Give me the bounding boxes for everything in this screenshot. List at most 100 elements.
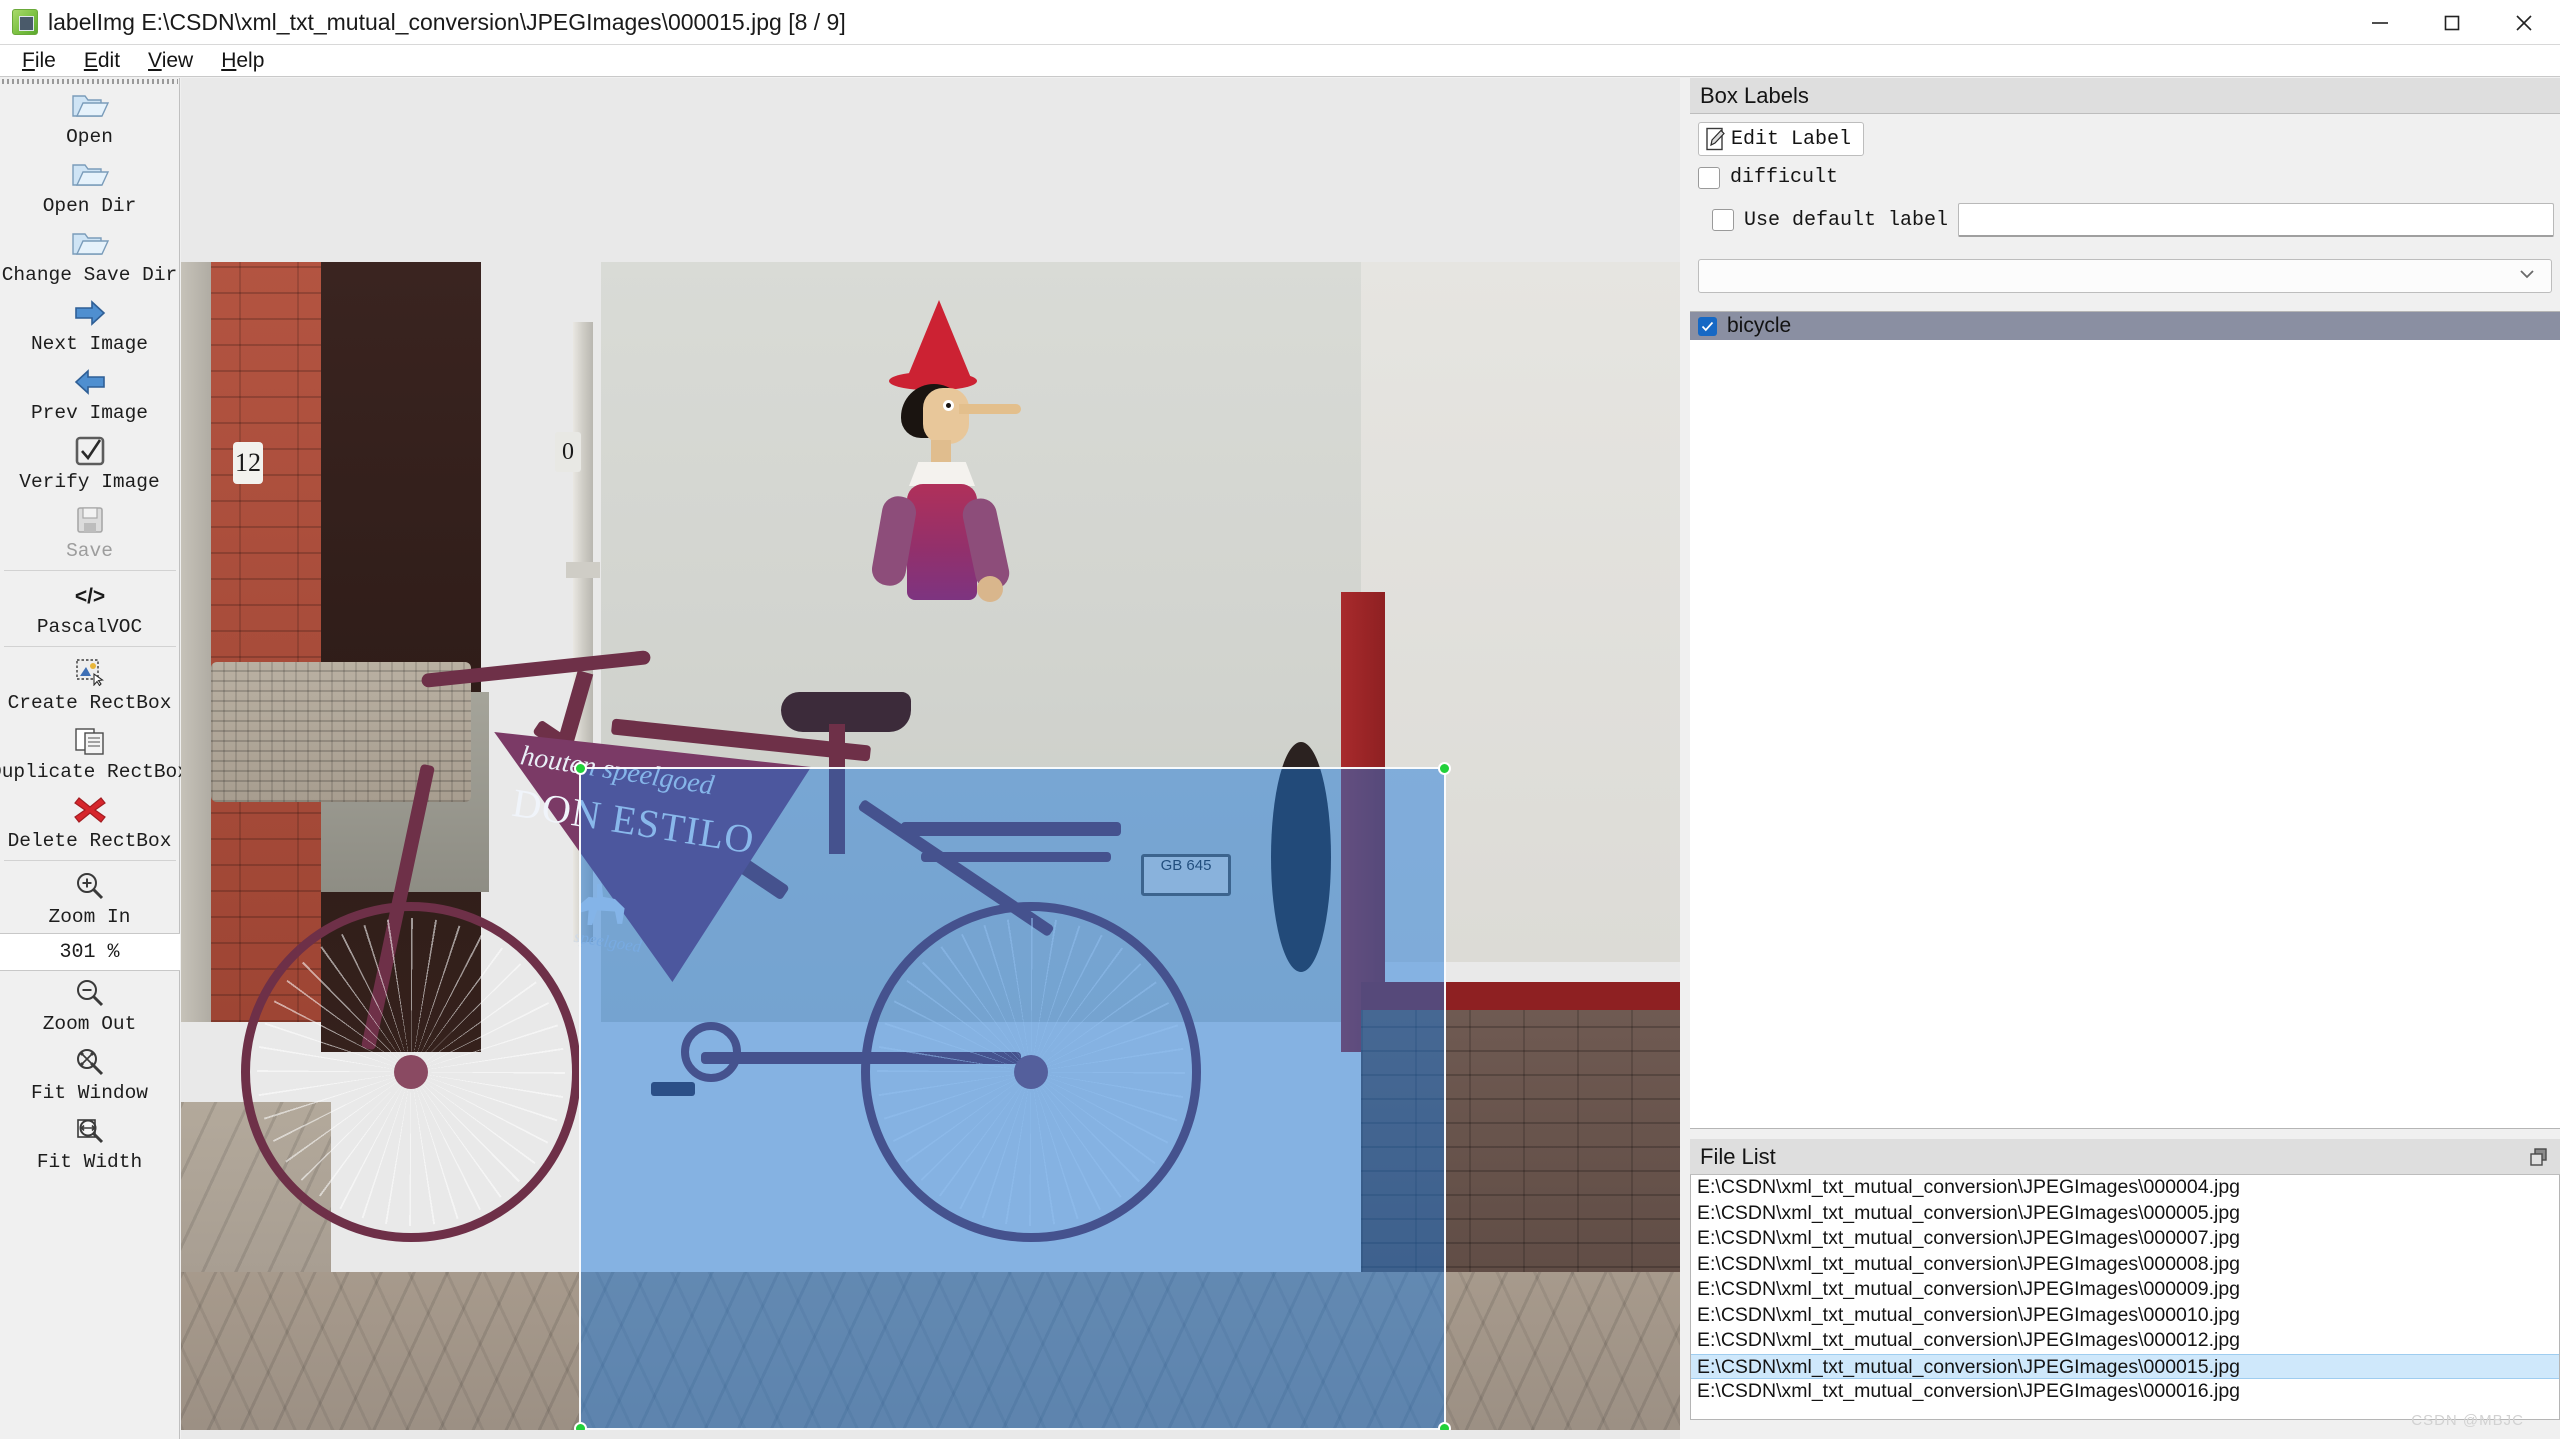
toolbar-separator	[3, 646, 176, 647]
right-panel: Box Labels Edit Label difficult Use defa…	[1690, 78, 2560, 1439]
toolbar-open-dir[interactable]: Open Dir	[0, 153, 180, 222]
zoom-level-spinbox[interactable]: 301 %	[0, 933, 180, 971]
image-canvas[interactable]: 12 0 houten speelgoed DON ESTILO speelgo…	[181, 78, 1680, 1439]
menu-view[interactable]: View	[134, 47, 207, 75]
label-list[interactable]: bicycle	[1690, 311, 2560, 1129]
toolbar-fit-width[interactable]: Fit Width	[0, 1109, 180, 1178]
toolbar-delete-rectbox[interactable]: Delete RectBox	[0, 788, 180, 857]
difficult-checkbox-row[interactable]: difficult	[1690, 156, 2560, 189]
box-labels-title: Box Labels	[1700, 82, 1809, 108]
toolbar-zoom-out[interactable]: Zoom Out	[0, 971, 180, 1040]
file-list-item[interactable]: E:\CSDN\xml_txt_mutual_conversion\JPEGIm…	[1691, 1379, 2559, 1405]
menu-edit-label: dit	[97, 48, 121, 72]
labelimg-window: labelImg E:\CSDN\xml_txt_mutual_conversi…	[0, 0, 2560, 1439]
window-title: labelImg E:\CSDN\xml_txt_mutual_conversi…	[48, 8, 846, 35]
title-bar: labelImg E:\CSDN\xml_txt_mutual_conversi…	[0, 0, 2560, 45]
bbox-handle-bottom-left[interactable]	[574, 1422, 587, 1430]
menu-bar: File Edit View Help	[0, 45, 2560, 77]
toolbar-change-save-dir-label: Change Save Dir	[1, 264, 178, 286]
edit-label-button-text: Edit Label	[1731, 127, 1852, 151]
bounding-box-bicycle[interactable]	[574, 762, 1451, 1430]
bicycle-front-wheel	[241, 902, 581, 1242]
label-item-text: bicycle	[1727, 314, 1792, 337]
menu-edit[interactable]: Edit	[70, 47, 134, 75]
toolbar-fit-window[interactable]: Fit Window	[0, 1040, 180, 1109]
arrow-left-icon	[70, 364, 110, 400]
toolbar-separator	[3, 860, 176, 861]
label-list-item-bicycle[interactable]: bicycle	[1690, 312, 2560, 340]
toolbar-save-label: Save	[66, 540, 113, 562]
annotated-photo: 12 0 houten speelgoed DON ESTILO speelgo…	[181, 262, 1680, 1430]
file-list-item-selected[interactable]: E:\CSDN\xml_txt_mutual_conversion\JPEGIm…	[1691, 1353, 2559, 1379]
left-toolbar: Open Open Dir Change Save Dir Next Image	[0, 78, 189, 1439]
file-list-item[interactable]: E:\CSDN\xml_txt_mutual_conversion\JPEGIm…	[1691, 1175, 2559, 1201]
pencil-icon	[1705, 127, 1727, 151]
use-default-label-text: Use default label	[1744, 208, 1949, 232]
toolbar-change-save-dir[interactable]: Change Save Dir	[0, 222, 180, 291]
toolbar-save[interactable]: Save	[0, 498, 180, 567]
file-list-title: File List	[1700, 1143, 1776, 1169]
use-default-label-checkbox[interactable]	[1712, 209, 1734, 231]
label-combobox[interactable]	[1698, 259, 2552, 293]
menu-help[interactable]: Help	[207, 47, 278, 75]
file-list-item[interactable]: E:\CSDN\xml_txt_mutual_conversion\JPEGIm…	[1691, 1201, 2559, 1227]
bbox-handle-top-left[interactable]	[574, 762, 587, 775]
maximize-icon[interactable]	[2416, 0, 2488, 45]
file-list-item[interactable]: E:\CSDN\xml_txt_mutual_conversion\JPEGIm…	[1691, 1226, 2559, 1252]
float-undock-icon[interactable]	[2528, 1146, 2550, 1168]
svg-text:</>: </>	[74, 585, 104, 608]
toolbar-next-image[interactable]: Next Image	[0, 291, 180, 360]
toolbar-prev-image[interactable]: Prev Image	[0, 360, 180, 429]
toolbar-verify-image-label: Verify Image	[19, 471, 160, 493]
toolbar-pascalvoc[interactable]: </> PascalVOC	[0, 574, 180, 643]
toolbar-open[interactable]: Open	[0, 84, 180, 153]
toolbar-drag-grip[interactable]	[2, 79, 178, 84]
menu-file-accel: F	[22, 48, 35, 72]
duplicate-rectbox-icon	[74, 723, 106, 759]
file-list-item[interactable]: E:\CSDN\xml_txt_mutual_conversion\JPEGIm…	[1691, 1328, 2559, 1354]
toolbar-duplicate-rectbox[interactable]: Duplicate RectBox	[0, 719, 189, 788]
window-controls	[2344, 0, 2560, 45]
toolbar-create-rectbox-label: Create RectBox	[7, 692, 172, 714]
chevron-down-icon	[2517, 267, 2537, 285]
menu-help-accel: H	[221, 48, 237, 72]
toolbar-zoom-out-label: Zoom Out	[42, 1013, 137, 1035]
toolbar-separator	[3, 570, 176, 571]
minimize-icon[interactable]	[2344, 0, 2416, 45]
bbox-handle-top-right[interactable]	[1438, 762, 1451, 775]
file-list-item[interactable]: E:\CSDN\xml_txt_mutual_conversion\JPEGIm…	[1691, 1252, 2559, 1278]
bicycle-saddle	[781, 692, 911, 732]
zoom-in-icon	[75, 868, 105, 904]
use-default-label-row: Use default label	[1690, 189, 2560, 237]
zoom-out-icon	[75, 975, 105, 1011]
toolbar-next-image-label: Next Image	[30, 333, 149, 355]
menu-view-label: iew	[161, 48, 194, 72]
bbox-handle-bottom-right[interactable]	[1438, 1422, 1451, 1430]
watermark: CSDN @MBJC	[2411, 1412, 2524, 1429]
edit-label-button[interactable]: Edit Label	[1698, 122, 1865, 156]
toolbar-verify-image[interactable]: Verify Image	[0, 429, 180, 498]
menu-help-label: elp	[236, 48, 265, 72]
difficult-checkbox[interactable]	[1698, 166, 1720, 189]
toolbar-fit-window-label: Fit Window	[30, 1082, 149, 1104]
default-label-input[interactable]	[1958, 203, 2554, 237]
zoom-level-value: 301 %	[59, 940, 120, 964]
toolbar-create-rectbox[interactable]: Create RectBox	[0, 650, 180, 719]
file-list[interactable]: E:\CSDN\xml_txt_mutual_conversion\JPEGIm…	[1690, 1175, 2560, 1420]
toolbar-open-dir-label: Open Dir	[42, 195, 137, 217]
label-item-checkbox[interactable]	[1698, 316, 1717, 336]
toolbar-zoom-in-label: Zoom In	[48, 906, 131, 928]
toolbar-delete-rectbox-label: Delete RectBox	[7, 830, 172, 852]
floppy-disk-icon	[75, 502, 105, 538]
open-folder-icon	[70, 88, 110, 124]
toolbar-prev-image-label: Prev Image	[30, 402, 149, 424]
file-list-item[interactable]: E:\CSDN\xml_txt_mutual_conversion\JPEGIm…	[1691, 1303, 2559, 1329]
close-icon[interactable]	[2488, 0, 2560, 45]
toolbar-open-label: Open	[66, 126, 113, 148]
create-rectbox-icon	[75, 654, 105, 690]
menu-file[interactable]: File	[8, 47, 70, 75]
code-tags-icon: </>	[67, 578, 113, 614]
edit-label-row: Edit Label	[1690, 114, 2560, 156]
toolbar-zoom-in[interactable]: Zoom In	[0, 864, 180, 933]
file-list-item[interactable]: E:\CSDN\xml_txt_mutual_conversion\JPEGIm…	[1691, 1277, 2559, 1303]
